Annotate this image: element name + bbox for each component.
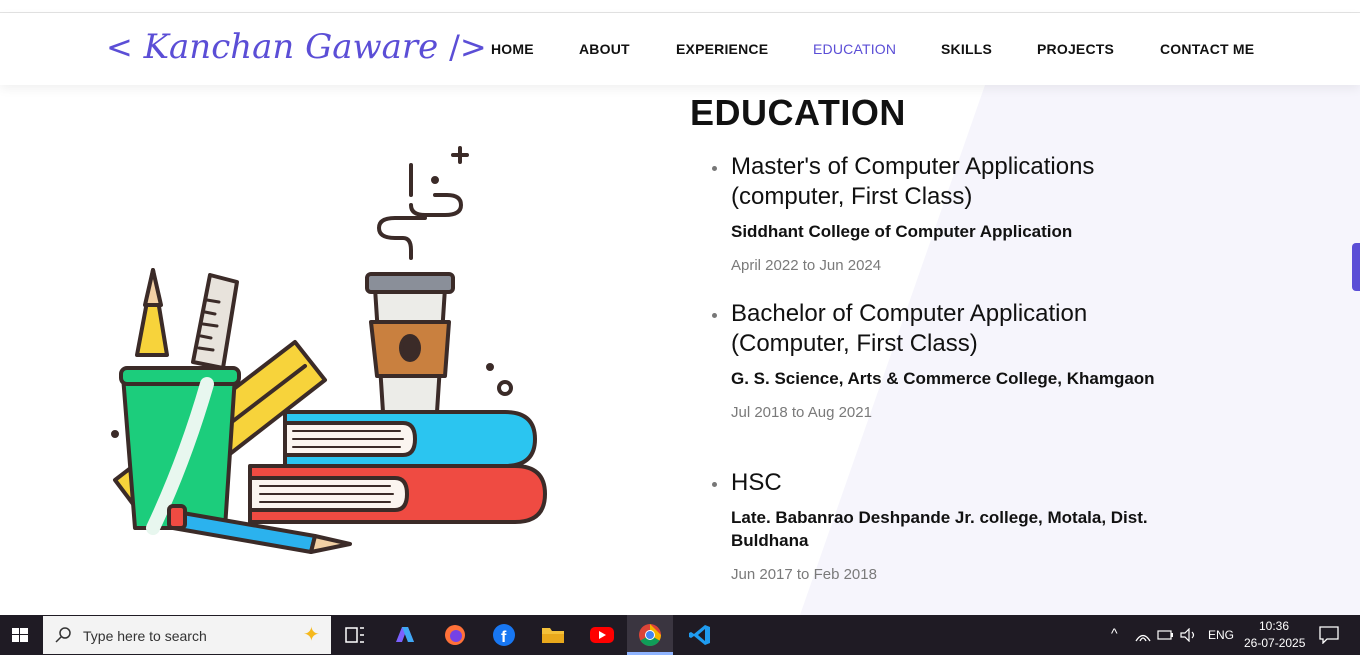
bullet-dot	[712, 166, 717, 171]
vscode-icon[interactable]	[684, 619, 716, 651]
logo-open-bracket: <	[106, 28, 133, 66]
svg-text:f: f	[501, 629, 507, 646]
navbar: < Kanchan Gaware /> HOME ABOUT EXPERIENC…	[0, 13, 1360, 85]
wifi-icon[interactable]	[1135, 628, 1151, 642]
sparkle-icon: ✦	[303, 624, 320, 646]
date-range: Jul 2018 to Aug 2021	[731, 404, 872, 421]
chrome-icon[interactable]	[634, 619, 666, 651]
education-item: Bachelor of Computer Application (Comput…	[712, 299, 1191, 421]
chevron-up-icon[interactable]: ^	[1111, 625, 1118, 641]
education-illustration	[111, 146, 547, 554]
search-icon	[55, 627, 71, 643]
degree-title: Bachelor of Computer Application (Comput…	[731, 300, 1088, 357]
nav-about[interactable]: ABOUT	[579, 41, 630, 57]
volume-icon[interactable]	[1180, 628, 1198, 642]
file-explorer-icon[interactable]	[537, 619, 569, 651]
college-name: G. S. Science, Arts & Commerce College, …	[731, 369, 1155, 388]
nav-contact[interactable]: CONTACT ME	[1160, 41, 1254, 57]
language-indicator[interactable]: ENG	[1208, 628, 1234, 642]
bullet-dot	[712, 313, 717, 318]
scroll-handle[interactable]	[1352, 243, 1360, 291]
education-item: Master's of Computer Applications (compu…	[712, 152, 1191, 274]
college-name: Siddhant College of Computer Application	[731, 222, 1073, 241]
task-view-icon[interactable]	[339, 619, 371, 651]
education-item: HSC Late. Babanrao Deshpande Jr. college…	[712, 468, 1191, 583]
date-range: Jun 2017 to Feb 2018	[731, 566, 877, 583]
copilot-icon[interactable]	[389, 619, 421, 651]
nav-skills[interactable]: SKILLS	[941, 41, 992, 57]
college-name: Late. Babanrao Deshpande Jr. college, Mo…	[731, 508, 1148, 550]
taskbar-search[interactable]: Type here to search ✦	[43, 616, 331, 654]
youtube-icon[interactable]	[586, 619, 618, 651]
windows-start-icon[interactable]	[0, 615, 43, 655]
battery-icon[interactable]	[1157, 629, 1175, 641]
clock-time[interactable]: 10:36	[1259, 619, 1289, 633]
date-range: April 2022 to Jun 2024	[731, 257, 882, 274]
notifications-icon[interactable]	[1319, 626, 1339, 644]
section-title: EDUCATION	[690, 92, 906, 133]
degree-title: HSC	[731, 469, 782, 496]
nav-experience[interactable]: EXPERIENCE	[676, 41, 768, 57]
bullet-dot	[712, 482, 717, 487]
taskbar: Type here to search ✦ f ^ ENG 10:36 26-0…	[0, 615, 1360, 655]
clock-date[interactable]: 26-07-2025	[1244, 636, 1305, 650]
logo-close-bracket: />	[449, 28, 487, 66]
firefox-icon[interactable]	[439, 619, 471, 651]
site-logo[interactable]: < Kanchan Gaware />	[106, 19, 487, 75]
degree-title: Master's of Computer Applications (compu…	[731, 153, 1095, 210]
nav-home[interactable]: HOME	[491, 41, 534, 57]
search-placeholder: Type here to search	[83, 628, 207, 644]
nav-education[interactable]: EDUCATION	[813, 41, 896, 57]
logo-text: Kanchan Gaware	[143, 27, 439, 67]
nav-projects[interactable]: PROJECTS	[1037, 41, 1114, 57]
facebook-icon[interactable]: f	[488, 619, 520, 651]
